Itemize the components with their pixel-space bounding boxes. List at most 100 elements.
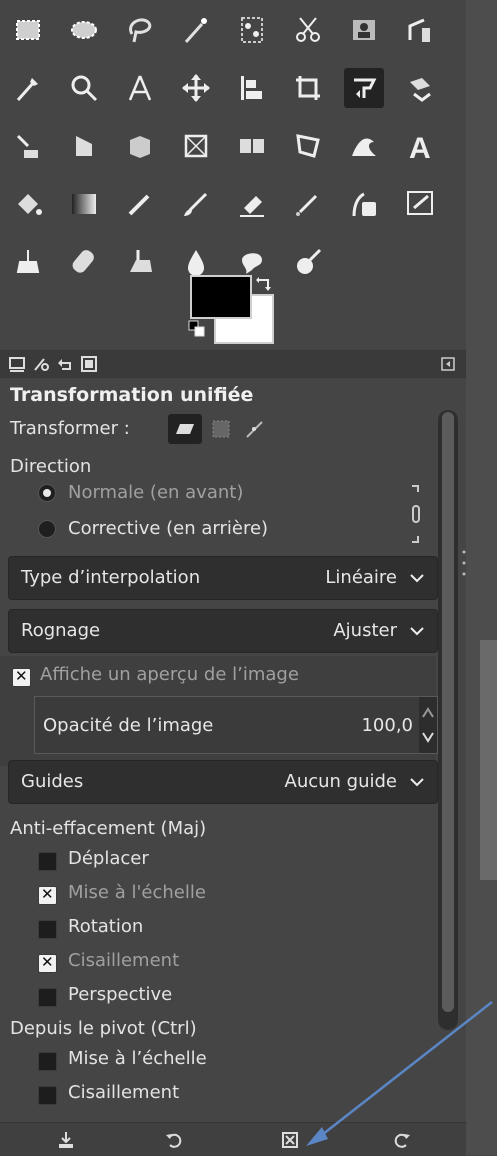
layer-icon: [176, 424, 194, 434]
image-opacity-spinner[interactable]: Opacité de l’image 100,0: [34, 696, 438, 754]
chevron-down-icon: [410, 778, 424, 787]
direction-label: Direction: [10, 456, 92, 477]
constrain-shear-checkbox[interactable]: [38, 953, 57, 973]
zoom-icon[interactable]: [64, 68, 104, 108]
paths-icon[interactable]: [400, 10, 440, 50]
perspective-clone-icon[interactable]: [120, 242, 160, 282]
eraser-icon[interactable]: [232, 184, 272, 224]
clipping-combo[interactable]: Rognage Ajuster: [8, 609, 438, 653]
constrain-shear-label: Cisaillement: [68, 950, 180, 971]
fuzzy-select-icon[interactable]: [176, 10, 216, 50]
pivot-scale-checkbox[interactable]: [38, 1052, 57, 1071]
constrain-scale-checkbox[interactable]: [38, 885, 57, 905]
transform-path-icon[interactable]: [244, 418, 266, 440]
save-options-icon[interactable]: [52, 1127, 80, 1153]
pencil-icon[interactable]: [120, 184, 160, 224]
unified-transform-icon[interactable]: [344, 68, 384, 108]
fg-bg-colors: [188, 272, 288, 344]
transform-layer-button[interactable]: [168, 414, 202, 444]
foreground-color[interactable]: [190, 275, 252, 319]
show-preview-label: Affiche un aperçu de l’image: [40, 664, 299, 685]
chevron-down-icon: [410, 574, 424, 583]
images-tab-icon[interactable]: [78, 354, 100, 374]
align-icon[interactable]: [232, 68, 272, 108]
undo-history-tab-icon[interactable]: [54, 354, 76, 374]
options-scroll-thumb[interactable]: [442, 412, 454, 1012]
clipping-value: Ajuster: [333, 620, 397, 641]
show-preview-checkbox[interactable]: [12, 667, 31, 687]
shear-icon[interactable]: [8, 126, 48, 166]
spin-up-down-icon: [422, 707, 434, 743]
mypaint-brush-icon[interactable]: [400, 184, 440, 224]
move-icon[interactable]: [176, 68, 216, 108]
select-by-color-icon[interactable]: [232, 10, 272, 50]
handle-transform-icon[interactable]: [288, 126, 328, 166]
direction-normal-label: Normale (en avant): [68, 482, 244, 503]
constrain-rotate-checkbox[interactable]: [38, 920, 57, 939]
cage-icon[interactable]: [176, 126, 216, 166]
canvas-image-edge: [480, 640, 497, 880]
panel-menu-icon[interactable]: [440, 356, 456, 372]
tool-options-title: Transformation unifiée: [10, 384, 254, 406]
dodge-burn-icon[interactable]: [288, 242, 328, 282]
rotate-icon[interactable]: [400, 68, 440, 108]
text-icon[interactable]: A: [400, 126, 440, 166]
constrain-rotate-label: Rotation: [68, 916, 144, 937]
restore-options-icon[interactable]: [160, 1127, 188, 1153]
rect-select-icon[interactable]: [8, 10, 48, 50]
direction-corrective-radio[interactable]: [38, 520, 56, 538]
color-picker-icon[interactable]: [8, 68, 48, 108]
constrain-move-checkbox[interactable]: [38, 852, 57, 871]
default-colors-icon[interactable]: [188, 320, 206, 338]
device-status-tab-icon[interactable]: [30, 354, 52, 374]
image-opacity-value: 100,0: [361, 715, 413, 736]
spinner-arrows[interactable]: [419, 697, 437, 753]
reset-options-icon[interactable]: [388, 1127, 416, 1153]
direction-corrective-label: Corrective (en arrière): [68, 518, 269, 539]
toolbox-dock: A Transformation unifiée Transformer: D…: [0, 0, 466, 1156]
paintbrush-icon[interactable]: [176, 184, 216, 224]
clone-icon[interactable]: [8, 242, 48, 282]
delete-options-icon[interactable]: [276, 1127, 304, 1153]
dock-tab-strip: [0, 350, 466, 378]
constrain-label: Anti-effacement (Maj): [10, 818, 207, 839]
guides-label: Guides: [21, 771, 84, 792]
warp-transform-icon[interactable]: [344, 126, 384, 166]
flip-icon[interactable]: [232, 126, 272, 166]
lasso-icon[interactable]: [120, 10, 160, 50]
constrain-perspective-checkbox[interactable]: [38, 988, 57, 1007]
3d-transform-icon[interactable]: [120, 126, 160, 166]
direction-chain-icon[interactable]: [408, 484, 424, 544]
transform-selection-icon[interactable]: [210, 418, 232, 440]
scissors-icon[interactable]: [288, 10, 328, 50]
tool-options-panel: Transformation unifiée Transformer : Dir…: [0, 380, 466, 1120]
heal-icon[interactable]: [64, 242, 104, 282]
pivot-label: Depuis le pivot (Ctrl): [10, 1018, 197, 1039]
airbrush-icon[interactable]: [288, 184, 328, 224]
canvas-area: [462, 0, 497, 1155]
image-opacity-label: Opacité de l’image: [43, 715, 214, 736]
swap-colors-icon[interactable]: [256, 276, 274, 292]
transform-label: Transformer :: [10, 418, 130, 439]
interpolation-label: Type d’interpolation: [21, 567, 201, 588]
gradient-icon[interactable]: [64, 184, 104, 224]
ink-icon[interactable]: [344, 184, 384, 224]
measure-icon[interactable]: [120, 68, 160, 108]
bucket-fill-icon[interactable]: [8, 184, 48, 224]
tool-options-bottom-bar: [0, 1122, 466, 1156]
guides-combo[interactable]: Guides Aucun guide: [8, 760, 438, 804]
pivot-shear-checkbox[interactable]: [38, 1086, 57, 1105]
tool-options-tab-icon[interactable]: [6, 354, 28, 374]
crop-icon[interactable]: [288, 68, 328, 108]
perspective-icon[interactable]: [64, 126, 104, 166]
dock-resize-grip[interactable]: [462, 548, 466, 578]
foreground-select-icon[interactable]: [344, 10, 384, 50]
constrain-scale-label: Mise à l'échelle: [68, 882, 206, 903]
direction-normal-radio[interactable]: [38, 484, 56, 502]
ellipse-select-icon[interactable]: [64, 10, 104, 50]
pivot-shear-label: Cisaillement: [68, 1082, 180, 1103]
interpolation-combo[interactable]: Type d’interpolation Linéaire: [8, 556, 438, 600]
constrain-move-label: Déplacer: [68, 848, 149, 869]
interpolation-value: Linéaire: [325, 567, 397, 588]
constrain-perspective-label: Perspective: [68, 984, 173, 1005]
